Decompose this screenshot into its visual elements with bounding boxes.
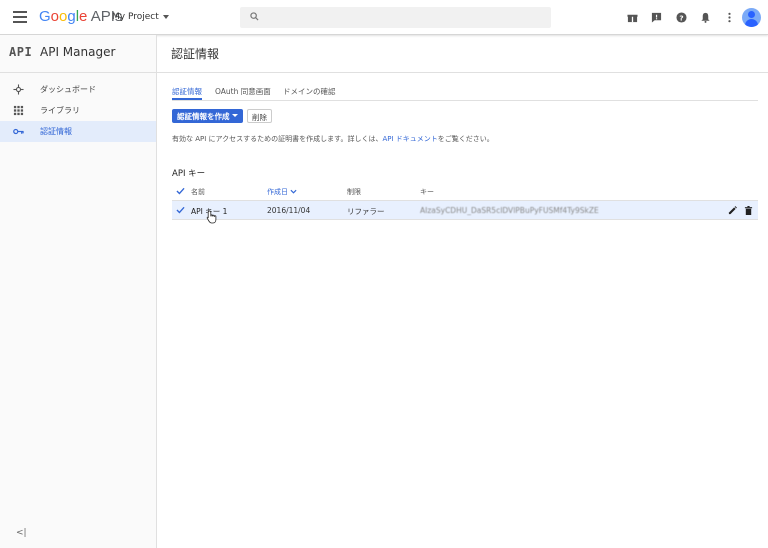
sort-arrow-icon: [290, 189, 297, 194]
select-all-checkbox[interactable]: [176, 187, 185, 195]
sidebar-header: API API Manager: [0, 35, 156, 73]
description-text: 有効な API にアクセスするための証明書を作成します。詳しくは、API ドキュ…: [172, 135, 494, 143]
more-vert-icon[interactable]: [724, 12, 735, 23]
sidebar-item-label: ダッシュボード: [40, 85, 96, 94]
column-header-restriction: 制限: [347, 188, 361, 196]
api-docs-link[interactable]: API ドキュメント: [382, 135, 437, 143]
column-header-created[interactable]: 作成日: [267, 187, 297, 197]
menu-icon[interactable]: [13, 11, 27, 23]
hand-cursor-icon: [206, 210, 217, 224]
gift-icon[interactable]: [627, 12, 638, 23]
created-date: 2016/11/04: [267, 206, 311, 215]
dashboard-icon: [13, 84, 24, 95]
sidebar-item-library[interactable]: ライブラリ: [0, 100, 156, 121]
notifications-icon[interactable]: [700, 12, 711, 23]
api-badge: API: [9, 45, 33, 59]
search-input[interactable]: [240, 7, 551, 28]
top-bar: Google APIs My Project ?: [0, 0, 768, 35]
create-credentials-button[interactable]: 認証情報を作成: [172, 109, 243, 123]
project-name: My Project: [112, 12, 159, 22]
project-selector[interactable]: My Project: [112, 12, 169, 22]
divider: [172, 100, 758, 101]
tab-credentials[interactable]: 認証情報: [172, 86, 202, 97]
help-icon[interactable]: ?: [676, 12, 687, 23]
section-title: API キー: [172, 169, 206, 179]
table-row[interactable]: API キー 1 2016/11/04 リファラー AIzaSyCDHU_DaS…: [172, 200, 758, 220]
google-apis-logo[interactable]: Google APIs: [39, 8, 122, 25]
app-title: API Manager: [40, 45, 116, 59]
key-icon: [13, 128, 24, 135]
tab-oauth-consent[interactable]: OAuth 同意画面: [215, 86, 271, 97]
avatar[interactable]: [742, 8, 761, 27]
edit-icon[interactable]: [728, 206, 737, 215]
row-checkbox[interactable]: [176, 206, 185, 214]
sidebar-item-dashboard[interactable]: ダッシュボード: [0, 79, 156, 100]
sidebar-item-credentials[interactable]: 認証情報: [0, 121, 156, 142]
sidebar-item-label: ライブラリ: [40, 106, 80, 115]
table-header: 名前 作成日 制限 キー: [172, 184, 758, 199]
column-header-key: キー: [420, 188, 434, 196]
api-key-value: AIzaSyCDHU_DaSR5cIDVlPBuPyFUSMf4Ty9SkZE: [420, 206, 599, 215]
feedback-icon[interactable]: [651, 12, 662, 23]
chevron-down-icon: [162, 14, 169, 19]
sidebar: API API Manager ダッシュボード ライブラリ 認証情報 <|: [0, 35, 157, 548]
delete-button[interactable]: 削除: [247, 109, 272, 123]
chevron-down-icon: [232, 114, 238, 117]
column-header-name: 名前: [191, 188, 205, 196]
page-header: 認証情報: [157, 35, 768, 73]
search-icon: [250, 12, 259, 21]
delete-icon[interactable]: [744, 206, 753, 215]
sidebar-item-label: 認証情報: [40, 127, 72, 136]
svg-text:?: ?: [679, 13, 683, 22]
collapse-sidebar-icon[interactable]: <|: [16, 528, 27, 538]
page-title: 認証情報: [171, 47, 220, 61]
tab-domain-verification[interactable]: ドメインの確認: [283, 86, 336, 97]
restriction-value: リファラー: [347, 207, 385, 216]
library-icon: [13, 105, 24, 116]
